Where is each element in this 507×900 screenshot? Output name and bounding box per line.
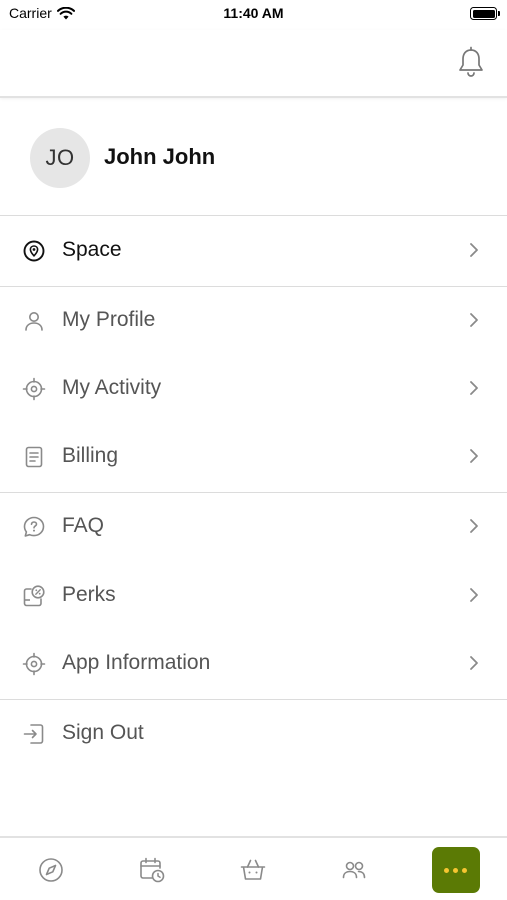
chevron-right-icon [470, 243, 478, 257]
status-time: 11:40 AM [223, 5, 284, 21]
bottom-tab-bar [0, 836, 507, 900]
basket-icon [240, 859, 265, 880]
battery-icon [470, 7, 500, 20]
discount-tag-icon [23, 585, 45, 607]
tab-bookings[interactable] [101, 838, 202, 900]
status-bar: Carrier 11:40 AM [0, 0, 507, 30]
menu-item-label: FAQ [62, 514, 105, 537]
avatar: JO [30, 128, 90, 188]
chevron-right-icon [470, 313, 478, 327]
menu-item-label: Billing [62, 444, 119, 467]
crosshair-icon [22, 652, 46, 676]
menu-item-label: Sign Out [62, 721, 144, 744]
calendar-clock-icon [139, 857, 164, 883]
menu-item-label: Perks [62, 583, 116, 606]
menu-item-perks[interactable]: Perks [0, 562, 507, 630]
chevron-right-icon [470, 381, 478, 395]
tab-community[interactable] [303, 838, 404, 900]
user-icon [25, 312, 43, 331]
location-pin-icon [23, 240, 45, 262]
profile-name: John John [104, 144, 216, 169]
question-bubble-icon [23, 516, 45, 537]
chevron-right-icon [470, 519, 478, 533]
tab-more[interactable] [405, 838, 506, 900]
avatar-initials: JO [45, 145, 75, 170]
menu-item-label: App Information [62, 651, 211, 674]
menu-item-faq[interactable]: FAQ [0, 493, 507, 561]
menu-item-my-profile[interactable]: My Profile [0, 287, 507, 355]
tab-shop[interactable] [202, 838, 303, 900]
bell-icon[interactable] [457, 46, 485, 78]
profile-section[interactable]: JO John John [0, 100, 507, 216]
more-dots-icon [431, 847, 480, 893]
top-header [0, 30, 507, 98]
document-icon [25, 446, 43, 468]
chevron-right-icon [470, 588, 478, 602]
compass-icon [38, 858, 63, 882]
sign-out-button[interactable]: Sign Out [0, 700, 507, 768]
chevron-right-icon [470, 449, 478, 463]
menu-item-my-activity[interactable]: My Activity [0, 355, 507, 423]
menu-item-label: Space [62, 238, 122, 261]
menu-item-app-information[interactable]: App Information [0, 630, 507, 698]
menu-item-billing[interactable]: Billing [0, 423, 507, 491]
crosshair-icon [22, 377, 46, 401]
menu-item-label: My Activity [62, 376, 162, 399]
chevron-right-icon [470, 656, 478, 670]
people-icon [342, 861, 365, 879]
menu-item-label: My Profile [62, 308, 156, 331]
menu-item-space[interactable]: Space [0, 217, 507, 285]
tab-explore[interactable] [0, 838, 101, 900]
sign-out-icon [23, 724, 44, 744]
